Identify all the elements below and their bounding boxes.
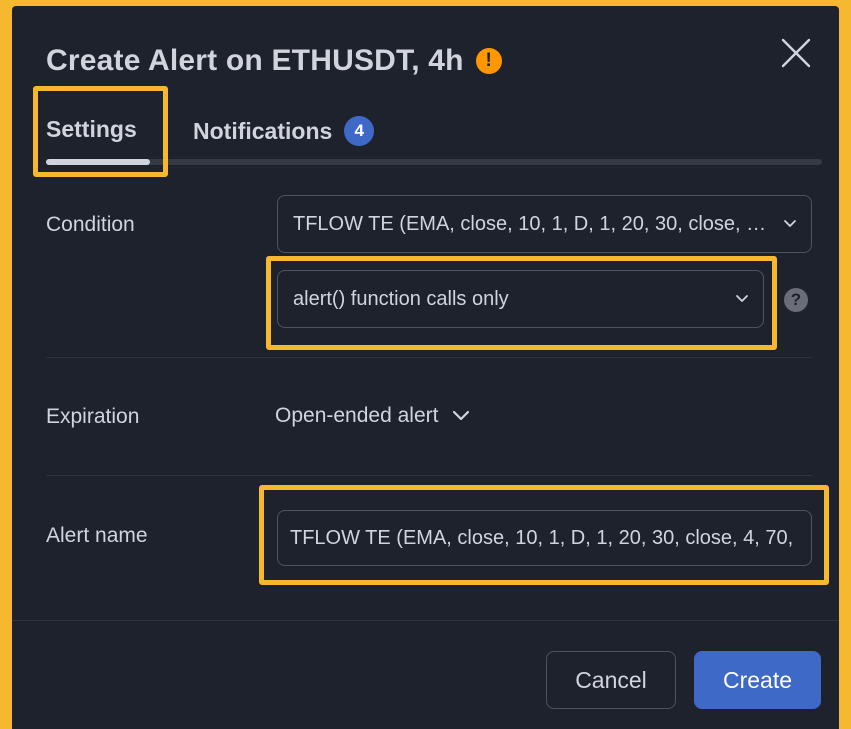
footer-divider <box>12 620 839 621</box>
chevron-down-icon <box>453 410 470 421</box>
expiration-dropdown[interactable]: Open-ended alert <box>275 404 470 428</box>
condition-trigger-select[interactable]: alert() function calls only <box>277 270 764 328</box>
tab-settings[interactable]: Settings <box>46 116 137 143</box>
tab-track <box>46 159 822 165</box>
expiration-value: Open-ended alert <box>275 404 439 427</box>
warning-icon[interactable]: ! <box>475 48 502 74</box>
cancel-button[interactable]: Cancel <box>546 651 676 709</box>
condition-trigger-value: alert() function calls only <box>293 287 509 310</box>
expiration-label: Expiration <box>46 405 140 428</box>
create-alert-dialog: Create Alert on ETHUSDT, 4h ! Settings N… <box>12 6 839 729</box>
condition-indicator-select[interactable]: TFLOW TE (EMA, close, 10, 1, D, 1, 20, 3… <box>277 195 812 253</box>
close-icon[interactable] <box>779 36 813 70</box>
section-divider <box>46 357 812 358</box>
chevron-down-icon <box>736 295 748 302</box>
chevron-down-icon <box>784 220 796 227</box>
tab-bar: Settings Notifications 4 <box>46 110 822 170</box>
alert-name-input[interactable] <box>277 510 812 566</box>
help-icon[interactable]: ? <box>784 288 808 312</box>
tab-notifications[interactable]: Notifications 4 <box>193 116 375 146</box>
dialog-header: Create Alert on ETHUSDT, 4h ! <box>46 36 502 86</box>
tab-notifications-label: Notifications <box>193 117 333 144</box>
tab-active-indicator <box>46 159 150 165</box>
dialog-title: Create Alert on ETHUSDT, 4h <box>46 44 464 77</box>
section-divider <box>46 475 812 476</box>
create-button[interactable]: Create <box>694 651 821 709</box>
condition-label: Condition <box>46 213 135 236</box>
notifications-count-badge: 4 <box>344 116 375 146</box>
condition-indicator-value: TFLOW TE (EMA, close, 10, 1, D, 1, 20, 3… <box>293 212 771 235</box>
alert-name-label: Alert name <box>46 524 148 547</box>
